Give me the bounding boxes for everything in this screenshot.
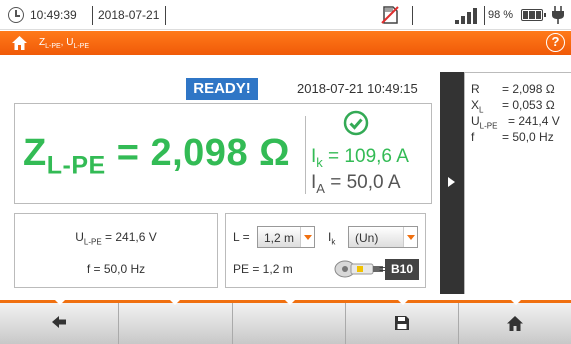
save-button[interactable] [346, 303, 459, 344]
probe-plug-icon[interactable] [333, 256, 385, 282]
battery-icon [521, 9, 546, 21]
bottom-toolbar [0, 300, 571, 344]
separator [412, 6, 413, 25]
chevron-down-icon [300, 227, 314, 247]
pe-length-value: PE = 1,2 m [233, 262, 293, 276]
title-bar: ZL-PE, UL-PE ? [0, 31, 571, 55]
separator [165, 6, 166, 25]
screen-title: ZL-PE, UL-PE [39, 37, 90, 50]
memory-card-icon [381, 6, 399, 24]
main-result-box: ZL-PE = 2,098 Ω Ik = 109,6 A IA = 50,0 A [14, 103, 432, 204]
status-bar: 10:49:39 2018-07-21 98 % [0, 0, 571, 30]
side-results-panel: R = 2,098 Ω XL = 0,053 Ω UL-PE = 241,4 V f =… [464, 72, 571, 294]
side-row-xl: XL = 0,053 Ω [471, 98, 555, 115]
side-row-f: f = 50,0 Hz [471, 130, 554, 144]
clock-icon [8, 7, 24, 23]
toolbar-empty-button-1[interactable] [119, 303, 233, 344]
voltage-value: UL-PE = 241,6 V [75, 230, 157, 247]
fuse-type-button[interactable]: B10 [385, 259, 419, 280]
back-button[interactable] [0, 303, 119, 344]
separator [92, 6, 93, 25]
trip-current: IA = 50,0 A [311, 172, 401, 196]
impedance-result: ZL-PE = 2,098 Ω [23, 132, 291, 180]
frequency-value: f = 50,0 Hz [86, 262, 146, 276]
chevron-right-icon [448, 177, 455, 187]
home-icon[interactable] [11, 35, 28, 51]
side-panel-toggle[interactable] [440, 72, 464, 294]
ready-badge: READY! [186, 78, 258, 100]
side-row-ulpe: UL-PE = 241,4 V [471, 114, 560, 131]
settings-box: L = 1,2 m Ik (Un) PE = 1,2 m = B10 [225, 213, 426, 288]
lead-length-label: L = [233, 230, 250, 244]
check-circle-icon [343, 110, 369, 136]
ik-label: Ik [328, 230, 336, 247]
ik-mode-select[interactable]: (Un) [348, 226, 418, 248]
signal-bars-icon [455, 8, 477, 24]
battery-percent: 98 % [488, 9, 514, 21]
separator [484, 6, 485, 25]
power-plug-icon [552, 6, 564, 24]
divider [305, 116, 306, 194]
side-row-r: R = 2,098 Ω [471, 82, 555, 96]
save-icon [395, 316, 409, 330]
home-button[interactable] [459, 303, 571, 344]
lead-length-select[interactable]: 1,2 m [257, 226, 315, 248]
back-arrow-icon [52, 316, 66, 328]
short-circuit-current: Ik = 109,6 A [311, 146, 409, 170]
home-icon [507, 316, 523, 331]
help-button[interactable]: ? [546, 33, 565, 52]
toolbar-empty-button-2[interactable] [233, 303, 346, 344]
status-date: 2018-07-21 [98, 8, 160, 22]
chevron-down-icon [403, 227, 417, 247]
measurement-datetime: 2018-07-21 10:49:15 [297, 81, 418, 96]
status-time: 10:49:39 [30, 8, 77, 22]
voltage-frequency-box: UL-PE = 241,6 V f = 50,0 Hz [14, 213, 218, 288]
